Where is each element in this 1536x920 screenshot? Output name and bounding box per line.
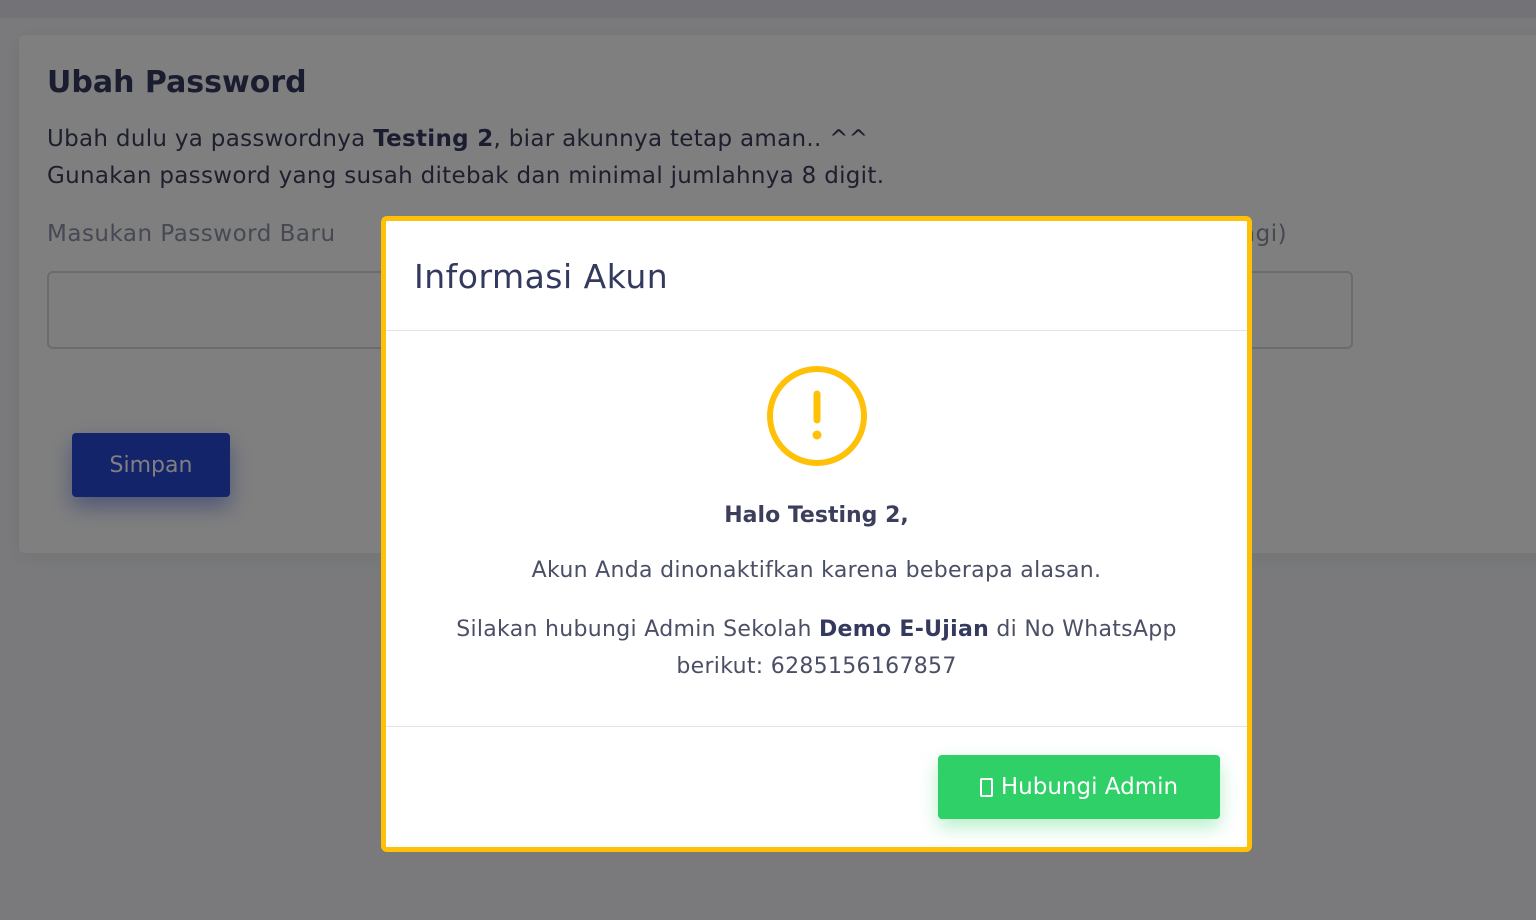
exclamation-circle-icon xyxy=(767,366,867,466)
modal-header: Informasi Akun xyxy=(386,221,1247,331)
contact-message: Silakan hubungi Admin Sekolah Demo E-Uji… xyxy=(456,617,1177,679)
deactivated-message: Akun Anda dinonaktifkan karena beberapa … xyxy=(531,558,1102,583)
whatsapp-icon xyxy=(979,777,993,797)
account-info-modal: Informasi Akun Halo Testing 2, Akun Anda… xyxy=(381,216,1252,852)
phone-number: 6285156167857 xyxy=(770,654,957,679)
contact-admin-button[interactable]: Hubungi Admin xyxy=(938,755,1220,819)
modal-footer-divider xyxy=(386,726,1247,727)
contact-admin-label: Hubungi Admin xyxy=(1000,774,1179,800)
greeting-text: Halo Testing 2, xyxy=(724,503,909,528)
modal-title: Informasi Akun xyxy=(414,257,669,296)
school-name: Demo E-Ujian xyxy=(819,617,990,642)
